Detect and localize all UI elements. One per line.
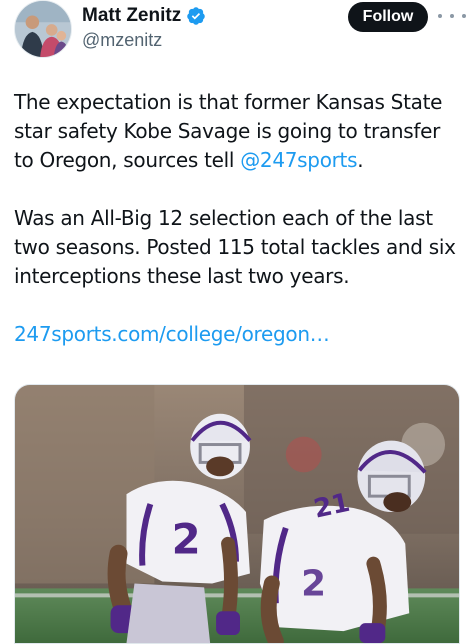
avatar-photo bbox=[15, 1, 71, 57]
more-dot bbox=[462, 14, 466, 18]
mention-link[interactable]: @247sports bbox=[240, 148, 357, 172]
more-dot bbox=[450, 14, 454, 18]
follow-button[interactable]: Follow bbox=[348, 2, 428, 32]
tweet-paragraph-1: The expectation is that former Kansas St… bbox=[14, 88, 464, 175]
tweet-link-row: 247sports.com/college/oregon… bbox=[14, 320, 464, 349]
verified-badge-icon bbox=[187, 7, 205, 25]
tweet-header: Matt Zenitz @mzenitz Follow bbox=[0, 0, 474, 64]
author-handle[interactable]: @mzenitz bbox=[82, 30, 162, 51]
tweet-body: The expectation is that former Kansas St… bbox=[14, 88, 464, 349]
profile-avatar[interactable] bbox=[14, 0, 72, 58]
author-display-name[interactable]: Matt Zenitz bbox=[82, 5, 181, 27]
svg-text:2: 2 bbox=[301, 563, 326, 604]
more-options-icon[interactable] bbox=[438, 6, 466, 26]
author-name-row: Matt Zenitz bbox=[82, 4, 206, 28]
tweet-paragraph-1-end: . bbox=[357, 148, 364, 172]
jersey-number-front: 2 bbox=[172, 515, 201, 564]
more-dot bbox=[438, 14, 442, 18]
tweet-paragraph-2: Was an All-Big 12 selection each of the … bbox=[14, 206, 456, 288]
tweet-media-photo[interactable]: 2 21 2 bbox=[14, 384, 460, 644]
article-link[interactable]: 247sports.com/college/oregon… bbox=[14, 322, 330, 346]
football-photo: 2 21 2 bbox=[15, 385, 459, 643]
tweet-paragraph-1-text: The expectation is that former Kansas St… bbox=[14, 90, 443, 172]
